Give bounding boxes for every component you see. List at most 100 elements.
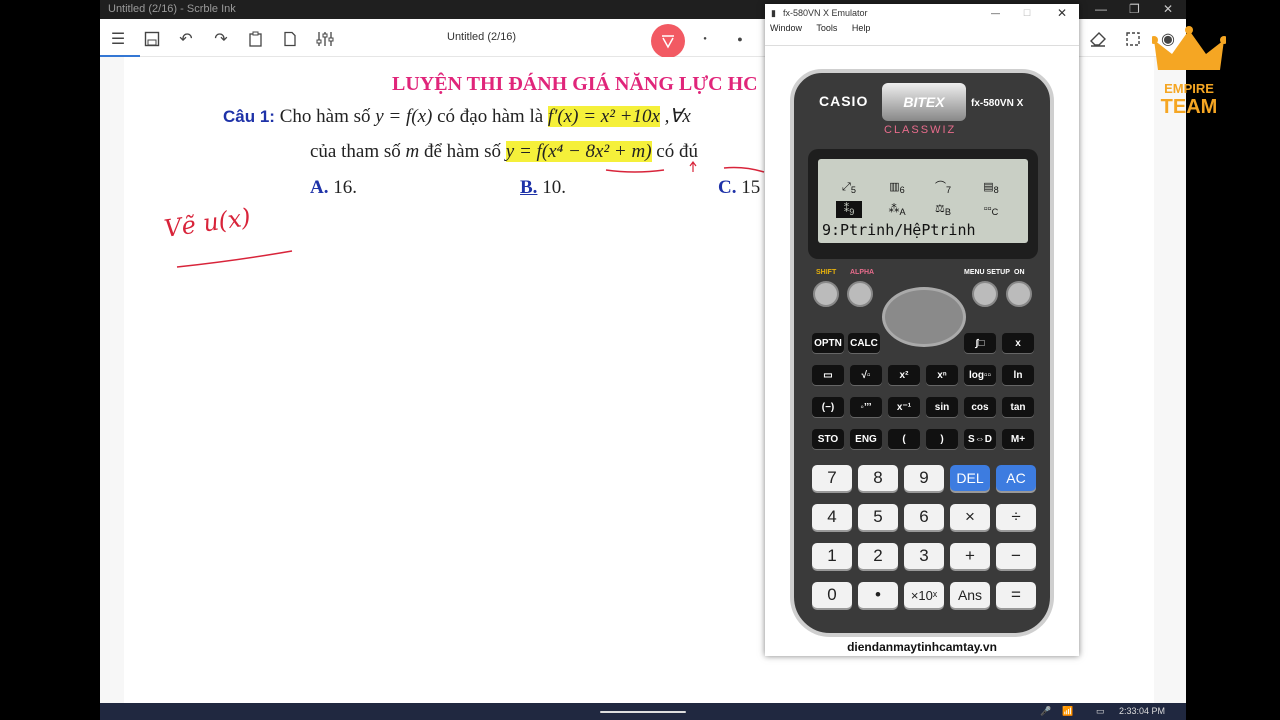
key-4[interactable]: 4 [812,504,852,530]
key-inverse[interactable]: x⁻¹ [888,397,920,417]
app-icon: ▮ [771,8,776,18]
maximize-icon[interactable]: ☐ [1023,4,1031,23]
key-degree[interactable]: ◦’’’ [850,397,882,417]
mode-icon-1: ⤢5 [842,181,856,196]
medium-dot-icon[interactable]: ● [730,29,750,49]
key-ans[interactable]: Ans [950,582,990,608]
brand-label: CASIO [819,93,869,109]
mode-icon-4: ▤8 [983,181,999,196]
q2-text-2: để hàm số [424,141,506,162]
maximize-icon[interactable]: ❐ [1129,0,1140,19]
key-ln[interactable]: ln [1002,365,1034,385]
q1-text-2: có đạo hàm là [437,106,548,127]
save-icon[interactable] [142,29,162,49]
key-exp10[interactable]: ×10ˣ [904,582,944,608]
small-dot-icon[interactable]: ● [695,29,715,49]
key-8[interactable]: 8 [858,465,898,491]
key-plus[interactable]: + [950,543,990,569]
menu-button[interactable] [972,281,998,307]
mode-icon-7: ⚖B [935,203,951,218]
key-minus[interactable]: − [996,543,1036,569]
key-eng[interactable]: ENG [850,429,882,449]
key-negative[interactable]: (−) [812,397,844,417]
undo-icon[interactable]: ↶ [176,29,196,49]
clock[interactable]: 2:33:04 PM [1119,706,1165,716]
app-title: Untitled (2/16) - Scrble Ink [108,3,236,15]
menu-tools[interactable]: Tools [816,23,837,33]
ink-underline [605,161,765,173]
battery-icon[interactable]: ▭ [1096,706,1105,717]
key-ac[interactable]: AC [996,465,1036,491]
key-sto[interactable]: STO [812,429,844,449]
menu-help[interactable]: Help [852,23,871,33]
option-letter: A. [310,177,329,198]
on-button[interactable] [1006,281,1032,307]
emulator-toolbar [765,37,1079,46]
key-optn[interactable]: OPTN [812,333,844,353]
display-bezel: ⤢5 ▥6 ⌒7 ▤8 ⁑9 ⁂A ⚖B ▫▫C 9:Ptrinh/HệPtri… [808,149,1038,259]
emulator-menubar: Window Tools Help [765,23,1079,37]
key-tan[interactable]: tan [1002,397,1034,417]
empire-team-logo: EMPIRE TEAM [1150,26,1228,130]
mode-icon-selected: ⁑9 [836,201,862,218]
key-log[interactable]: log▫▫ [964,365,996,385]
key-multiply[interactable]: × [950,504,990,530]
footer-url: diendanmaytinhcamtay.vn [847,640,997,654]
redo-icon[interactable]: ↷ [211,29,231,49]
key-close-paren[interactable]: ) [926,429,958,449]
replay-dpad[interactable] [882,287,966,347]
eraser-icon[interactable] [1088,29,1108,49]
close-icon[interactable]: ✕ [1163,0,1173,19]
question-label: Câu 1: [223,107,275,126]
key-integral[interactable]: ∫□ [964,333,996,353]
key-2[interactable]: 2 [858,543,898,569]
close-icon[interactable]: ✕ [1057,4,1067,23]
option-letter: B. [520,177,538,198]
key-1[interactable]: 1 [812,543,852,569]
key-open-paren[interactable]: ( [888,429,920,449]
key-5[interactable]: 5 [858,504,898,530]
key-0[interactable]: 0 [812,582,852,608]
key-calc[interactable]: CALC [848,333,880,353]
option-a: A. 16. [310,177,357,199]
pen-tool-button[interactable] [651,24,685,58]
new-page-icon[interactable] [280,29,300,49]
key-divide[interactable]: ÷ [996,504,1036,530]
minimize-icon[interactable]: — [991,4,1000,23]
key-power[interactable]: xⁿ [926,365,958,385]
paste-icon[interactable] [246,29,266,49]
select-icon[interactable] [1123,29,1143,49]
key-sqrt[interactable]: √▫ [850,365,882,385]
key-cos[interactable]: cos [964,397,996,417]
model-label: fx-580VN X [971,98,1024,109]
key-s-to-d[interactable]: S⇔D [964,429,996,449]
key-fraction[interactable]: ▭ [812,365,844,385]
settings-sliders-icon[interactable] [315,29,335,49]
wifi-icon[interactable]: 📶 [1062,706,1073,717]
key-m-plus[interactable]: M+ [1002,429,1034,449]
key-equals[interactable]: = [996,582,1036,608]
mode-icon-8: ▫▫C [983,203,999,218]
handwritten-note: Vẽ u(x) [162,203,253,243]
key-7[interactable]: 7 [812,465,852,491]
key-dot[interactable]: • [858,582,898,608]
menu-window[interactable]: Window [770,23,802,33]
lcd-mode-label: 9:Ptrinh/HệPtrinh [822,221,976,239]
key-x[interactable]: x [1002,333,1034,353]
menu-icon[interactable]: ☰ [108,29,128,49]
minimize-icon[interactable]: — [1095,0,1107,19]
key-6[interactable]: 6 [904,504,944,530]
key-del[interactable]: DEL [950,465,990,491]
key-9[interactable]: 9 [904,465,944,491]
bitex-badge: BITEX [882,83,966,121]
q2-text: của tham số [310,141,406,162]
key-3[interactable]: 3 [904,543,944,569]
key-sin[interactable]: sin [926,397,958,417]
alpha-button[interactable] [847,281,873,307]
option-b: B. 10. [520,177,566,199]
mic-icon[interactable]: 🎤 [1040,706,1051,717]
shift-label: SHIFT [816,269,837,276]
gesture-handle[interactable] [600,711,686,713]
shift-button[interactable] [813,281,839,307]
key-square[interactable]: x² [888,365,920,385]
